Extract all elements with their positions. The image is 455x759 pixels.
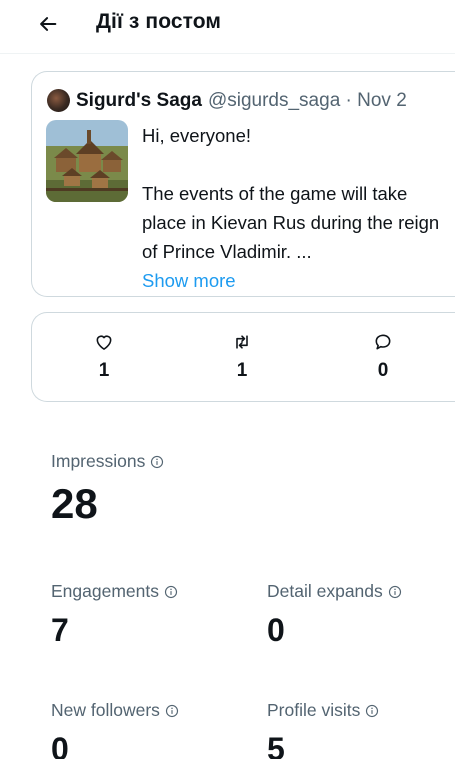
arrow-left-icon (40, 17, 57, 31)
reposts-stat[interactable]: 1 (222, 331, 262, 382)
engagements-value: 7 (51, 612, 69, 648)
replies-stat[interactable]: 0 (363, 331, 403, 382)
info-icon[interactable] (365, 704, 379, 718)
info-icon[interactable] (165, 704, 179, 718)
replies-count: 0 (377, 360, 389, 381)
new-followers-label: New followers (51, 700, 160, 720)
header-bar: Дії з постом (0, 0, 455, 54)
repost-icon (236, 335, 248, 349)
info-icon[interactable] (388, 585, 402, 599)
profile-visits-value: 5 (267, 731, 285, 759)
post-text: Hi, everyone! The events of the game wil… (142, 125, 440, 291)
post-header: Sigurd's Saga @sigurds_saga · Nov 2 (47, 89, 407, 112)
show-more-link[interactable]: Show more (142, 270, 236, 291)
impressions-label: Impressions (51, 451, 146, 471)
heart-icon (96, 335, 112, 350)
back-button[interactable] (30, 6, 66, 42)
info-icon[interactable] (164, 585, 178, 599)
engagements-metric: Engagements 7 (51, 581, 178, 649)
post-image[interactable] (46, 120, 128, 202)
author-name[interactable]: Sigurd's Saga (76, 90, 202, 112)
reposts-count: 1 (236, 360, 248, 381)
detail-expands-label: Detail expands (267, 581, 383, 601)
impressions-value: 28 (51, 480, 98, 527)
likes-stat[interactable]: 1 (84, 331, 124, 382)
info-icon[interactable] (150, 455, 164, 469)
profile-visits-label: Profile visits (267, 700, 361, 720)
likes-count: 1 (98, 360, 110, 381)
detail-expands-metric: Detail expands 0 (267, 581, 402, 649)
new-followers-metric: New followers 0 (51, 700, 179, 759)
post-card[interactable]: Sigurd's Saga @sigurds_saga · Nov 2 Hi, … (31, 71, 455, 297)
author-handle-date: @sigurds_saga · Nov 2 (207, 89, 407, 111)
impressions-metric: Impressions 28 (51, 451, 164, 528)
profile-visits-metric: Profile visits 5 (267, 700, 379, 759)
reply-icon (375, 334, 391, 350)
avatar[interactable] (47, 89, 70, 112)
engagements-label: Engagements (51, 581, 159, 601)
engagement-counts-card: 1 1 0 (31, 312, 455, 402)
page-title: Дії з постом (96, 10, 222, 33)
new-followers-value: 0 (51, 731, 69, 759)
detail-expands-value: 0 (267, 612, 285, 648)
post-image-artwork (46, 120, 128, 202)
